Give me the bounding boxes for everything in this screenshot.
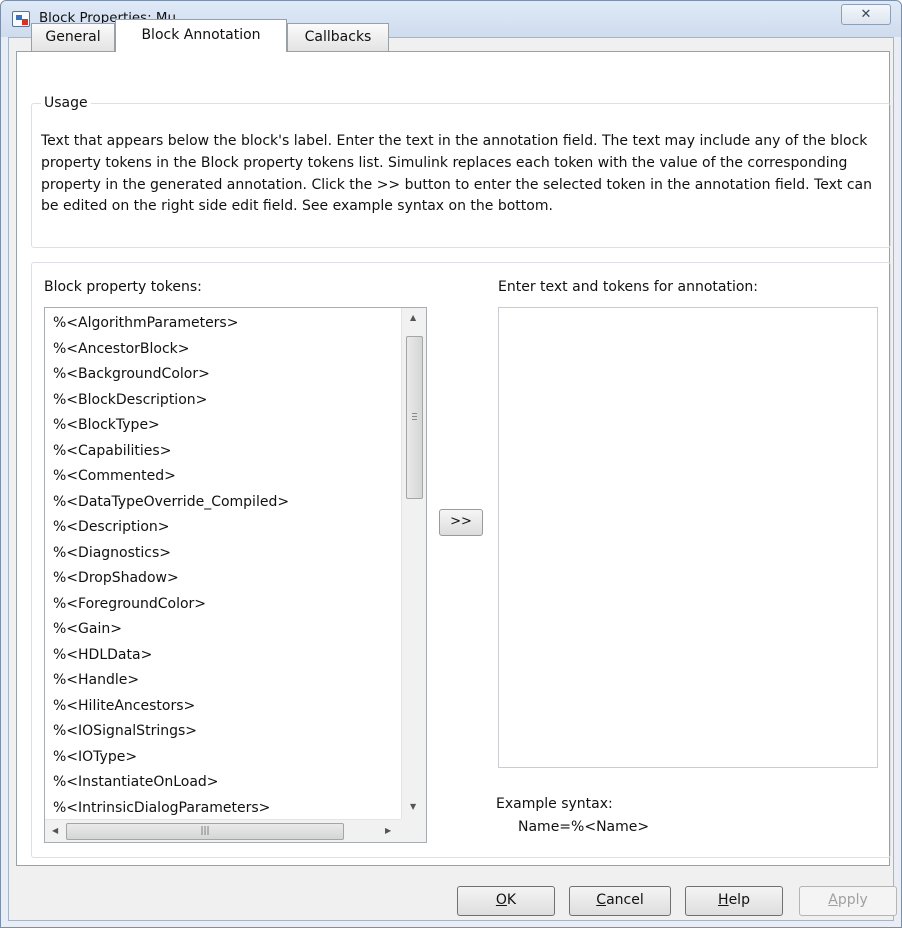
tab-general[interactable]: General [31,23,115,51]
cancel-button[interactable]: Cancel [569,886,671,916]
token-list-item[interactable]: %<DropShadow> [53,566,401,592]
scroll-up-arrow-icon[interactable]: ▲ [410,313,416,322]
token-list-item[interactable]: %<Handle> [53,668,401,694]
horizontal-scroll-thumb[interactable]: ||| [66,823,344,840]
scroll-right-arrow-icon[interactable]: ▶ [385,826,391,835]
token-list-item[interactable]: %<InstantiateOnLoad> [53,770,401,796]
token-list-item[interactable]: %<AlgorithmParameters> [53,311,401,337]
example-syntax-label: Example syntax: [496,796,613,812]
token-listbox[interactable]: %<AlgorithmParameters> %<AncestorBlock> %<… [44,307,427,843]
token-list-item[interactable]: %<HDLData> [53,643,401,669]
tokens-label: Block property tokens: [44,279,202,295]
apply-button[interactable]: Apply [799,886,897,916]
close-button[interactable]: ✕ [841,4,891,25]
help-button[interactable]: Help [685,886,783,916]
add-token-button[interactable]: >> [439,509,483,536]
ok-button[interactable]: OK [457,886,555,916]
usage-description: Text that appears below the block's labe… [41,133,872,215]
vertical-scroll-thumb[interactable] [406,336,423,499]
scrollbar-corner [401,819,426,842]
tab-callbacks[interactable]: Callbacks [287,23,389,51]
token-list-item[interactable]: %<DataTypeOverride_Compiled> [53,490,401,516]
token-list-horizontal-scrollbar[interactable]: ◀ ||| ▶ [45,819,401,842]
usage-group-title: Usage [41,95,91,111]
token-list-vertical-scrollbar[interactable]: ▲ ▼ [401,308,426,819]
token-list-item[interactable]: %<IOType> [53,745,401,771]
annotation-label: Enter text and tokens for annotation: [498,279,758,295]
annotation-text-field[interactable] [498,307,878,768]
block-properties-dialog: Block Properties: Mu ✕ General Block Ann… [0,0,902,928]
token-list-item[interactable]: %<Commented> [53,464,401,490]
token-list-item[interactable]: %<Capabilities> [53,439,401,465]
token-list-item[interactable]: %<BlockDescription> [53,388,401,414]
example-syntax-value: Name=%<Name> [518,819,650,835]
token-list-item[interactable]: %<ForegroundColor> [53,592,401,618]
token-list-item[interactable]: %<IOSignalStrings> [53,719,401,745]
token-list-item[interactable]: %<Diagnostics> [53,541,401,567]
scroll-down-arrow-icon[interactable]: ▼ [410,802,416,811]
token-list-item[interactable]: %<BackgroundColor> [53,362,401,388]
scroll-left-arrow-icon[interactable]: ◀ [52,826,58,835]
token-list-item[interactable]: %<HiliteAncestors> [53,694,401,720]
token-list-item[interactable]: %<BlockType> [53,413,401,439]
token-list-item[interactable]: %<AncestorBlock> [53,337,401,363]
tab-block-annotation[interactable]: Block Annotation [115,19,287,52]
simulink-block-icon [12,11,30,27]
token-list-item[interactable]: %<IntrinsicDialogParameters> [53,796,401,822]
token-list-item[interactable]: %<Gain> [53,617,401,643]
token-list-item[interactable]: %<Description> [53,515,401,541]
token-list: %<AlgorithmParameters> %<AncestorBlock> %<… [45,308,401,821]
